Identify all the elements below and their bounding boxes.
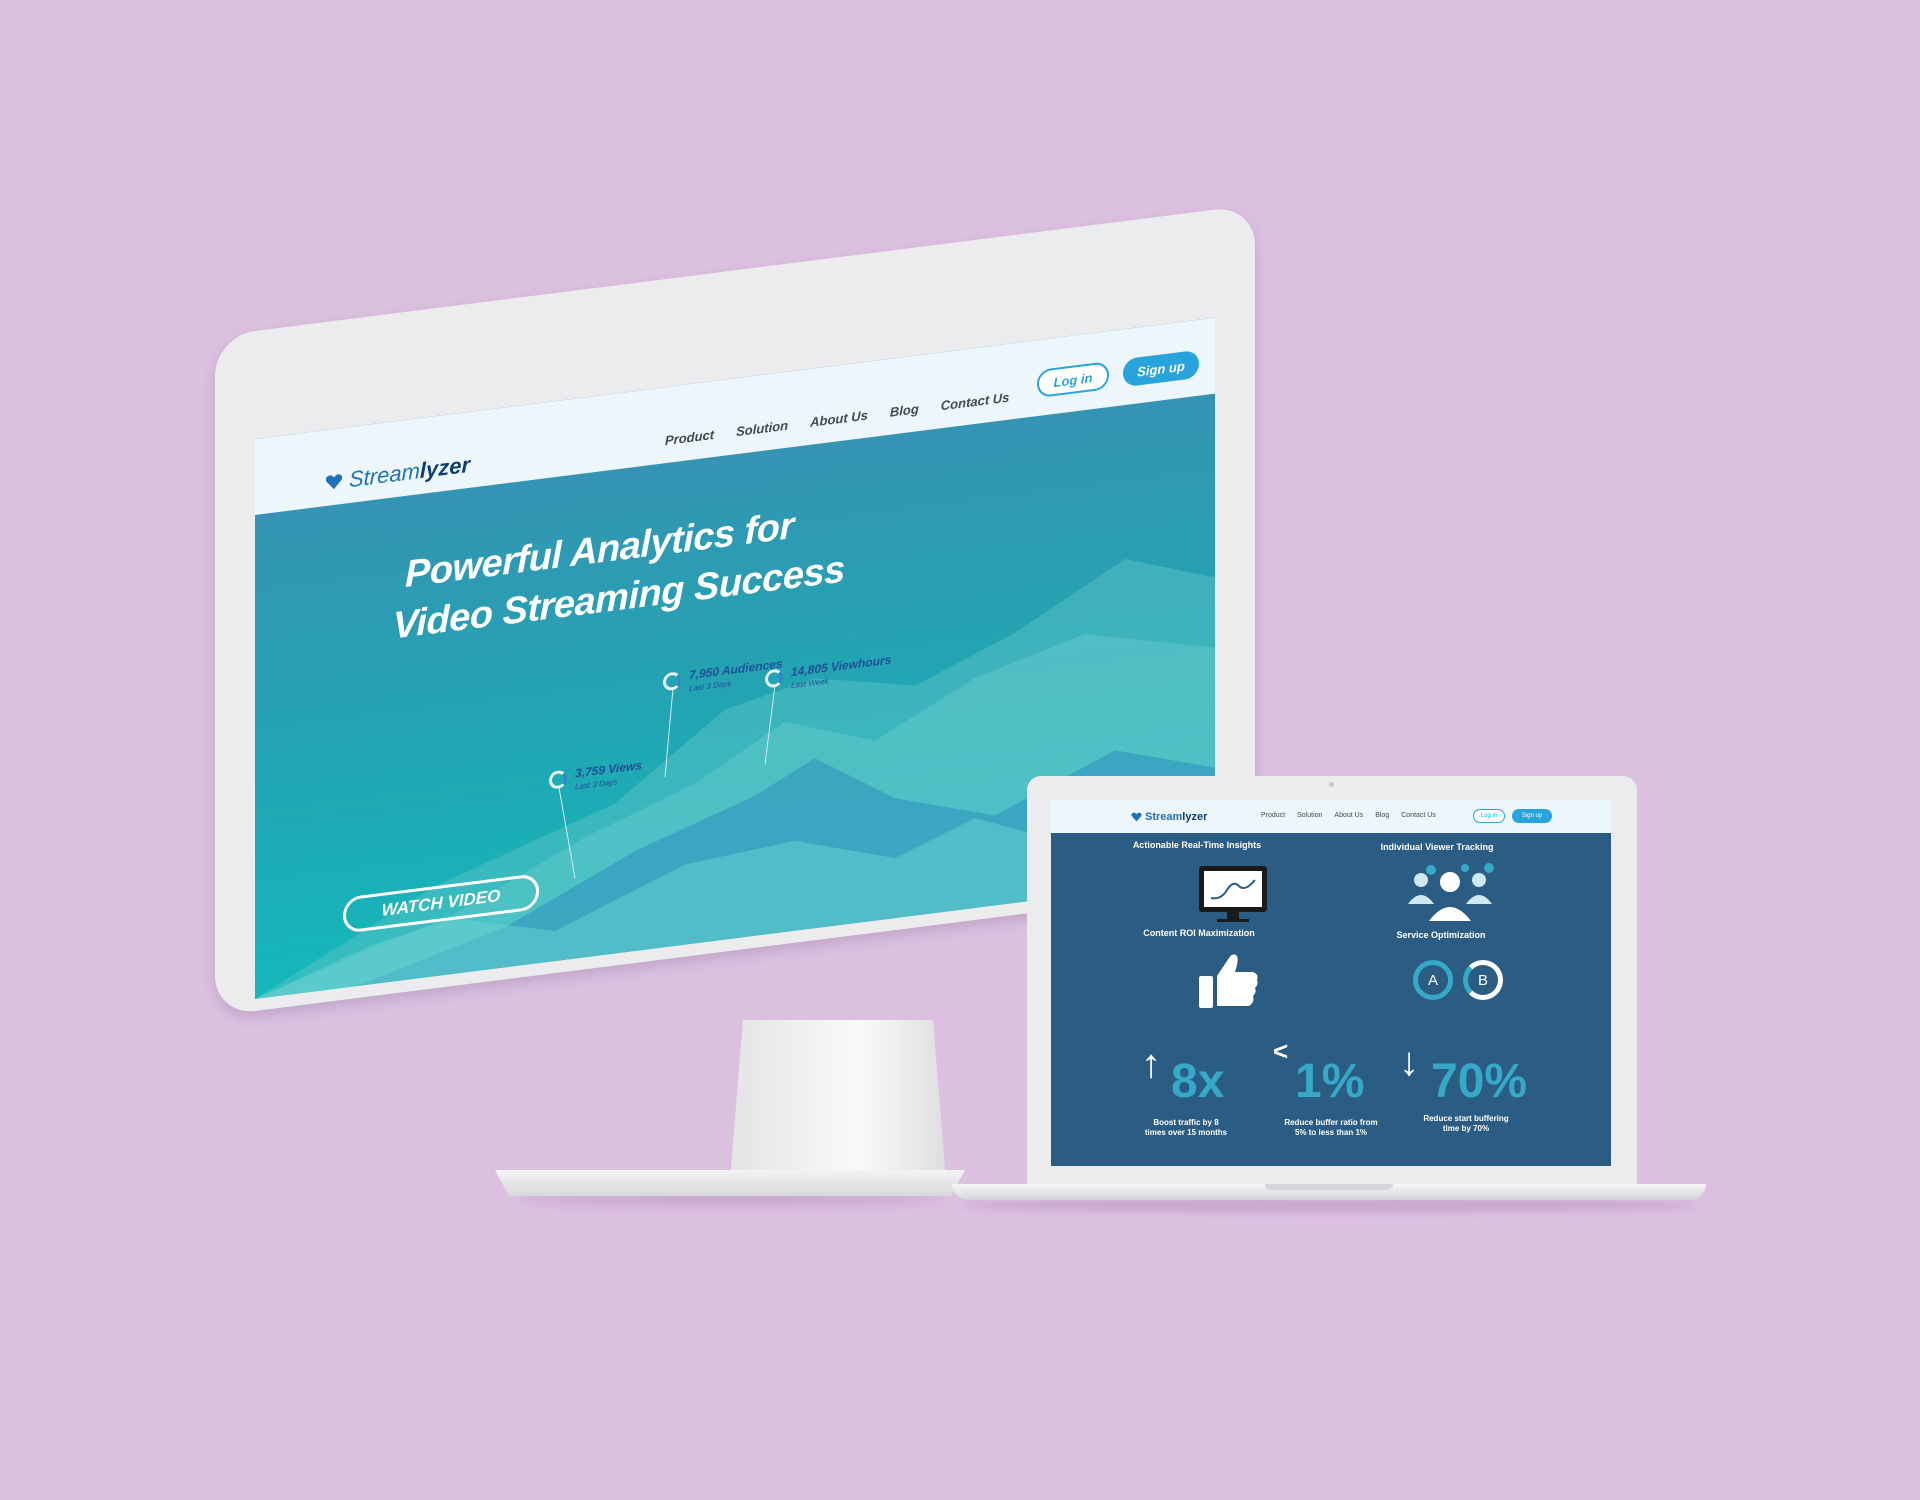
nav-item-contact-us[interactable]: Contact Us [941,390,1010,414]
nav-item-about-us[interactable]: About Us [810,408,868,430]
desktop-logo[interactable]: Stream lyzer [325,452,470,496]
feature-title: Service Optimization [1396,930,1486,940]
logo-text-lyzer: lyzer [419,451,471,484]
stat-caption-line-1: Reduce start buffering [1423,1114,1509,1123]
feature-title: Actionable Real-Time Insights [1132,840,1262,850]
stat-caption-line-2: 5% to less than 1% [1294,1128,1368,1137]
stat-value: 70% [1431,1055,1528,1108]
nav-item-product[interactable]: Product [1261,812,1285,819]
login-button[interactable]: Log in [1037,361,1109,399]
nav-item-about-us[interactable]: About Us [1334,812,1363,819]
feature-title: Content ROI Maximization [1143,928,1255,938]
variant-a-icon: A [1413,960,1453,1000]
nav-item-solution[interactable]: Solution [1297,812,1322,819]
variant-b-icon: B [1463,960,1503,1000]
stat-caption: Boost traffic by 8 times over 15 months [1121,1118,1251,1138]
logo-text-stream: Stream [1145,811,1183,823]
nav-item-solution[interactable]: Solution [736,418,788,440]
logo-text-lyzer: lyzer [1182,811,1208,823]
laptop-navbar: Stream lyzer Product Solution About Us Bl… [1051,800,1611,833]
heart-logo-icon [325,474,343,490]
laptop-screen: Stream lyzer Product Solution About Us Bl… [1051,800,1611,1166]
monitor-stand [730,1020,946,1180]
up-arrow-icon: ↑ [1141,1042,1161,1086]
laptop-nav-menu: Product Solution About Us Blog Contact U… [1261,812,1436,819]
laptop: Stream lyzer Product Solution About Us Bl… [1027,776,1637,1186]
stat-value: 1% [1295,1055,1365,1108]
laptop-logo[interactable]: Stream lyzer [1131,811,1207,823]
signup-button[interactable]: Sign up [1512,809,1552,823]
stat-caption-line-1: Boost traffic by 8 [1153,1118,1219,1127]
stat-caption: Reduce buffer ratio from 5% to less than… [1261,1118,1401,1138]
stat-caption: Reduce start buffering time by 70% [1401,1114,1531,1134]
variant-a-label: A [1427,971,1438,989]
users-icon [1408,863,1494,923]
login-button[interactable]: Log in [1473,809,1505,823]
laptop-notch [1265,1184,1393,1190]
heart-logo-icon [1131,812,1142,822]
nav-item-blog[interactable]: Blog [890,401,919,420]
nav-item-blog[interactable]: Blog [1375,812,1389,819]
laptop-shadow [962,1198,1696,1212]
signup-button[interactable]: Sign up [1123,349,1199,388]
stat-caption-line-2: time by 70% [1442,1124,1490,1133]
monitor-chart-icon [1199,866,1267,922]
stat-caption-line-1: Reduce buffer ratio from [1284,1118,1378,1127]
down-arrow-icon: ↓ [1399,1040,1419,1084]
variant-b-label: B [1477,971,1488,989]
camera-dot [1329,782,1334,787]
stat-value: 8x [1171,1055,1225,1108]
logo-text-stream: Stream [349,458,420,493]
feature-title: Individual Viewer Tracking [1380,842,1494,852]
nav-item-product[interactable]: Product [665,427,714,448]
thumbs-up-icon [1199,954,1258,1008]
monitor-base [495,1170,965,1196]
less-than-icon: < [1273,1036,1289,1066]
nav-item-contact-us[interactable]: Contact Us [1401,812,1436,819]
stat-caption-line-2: times over 15 months [1144,1128,1228,1137]
